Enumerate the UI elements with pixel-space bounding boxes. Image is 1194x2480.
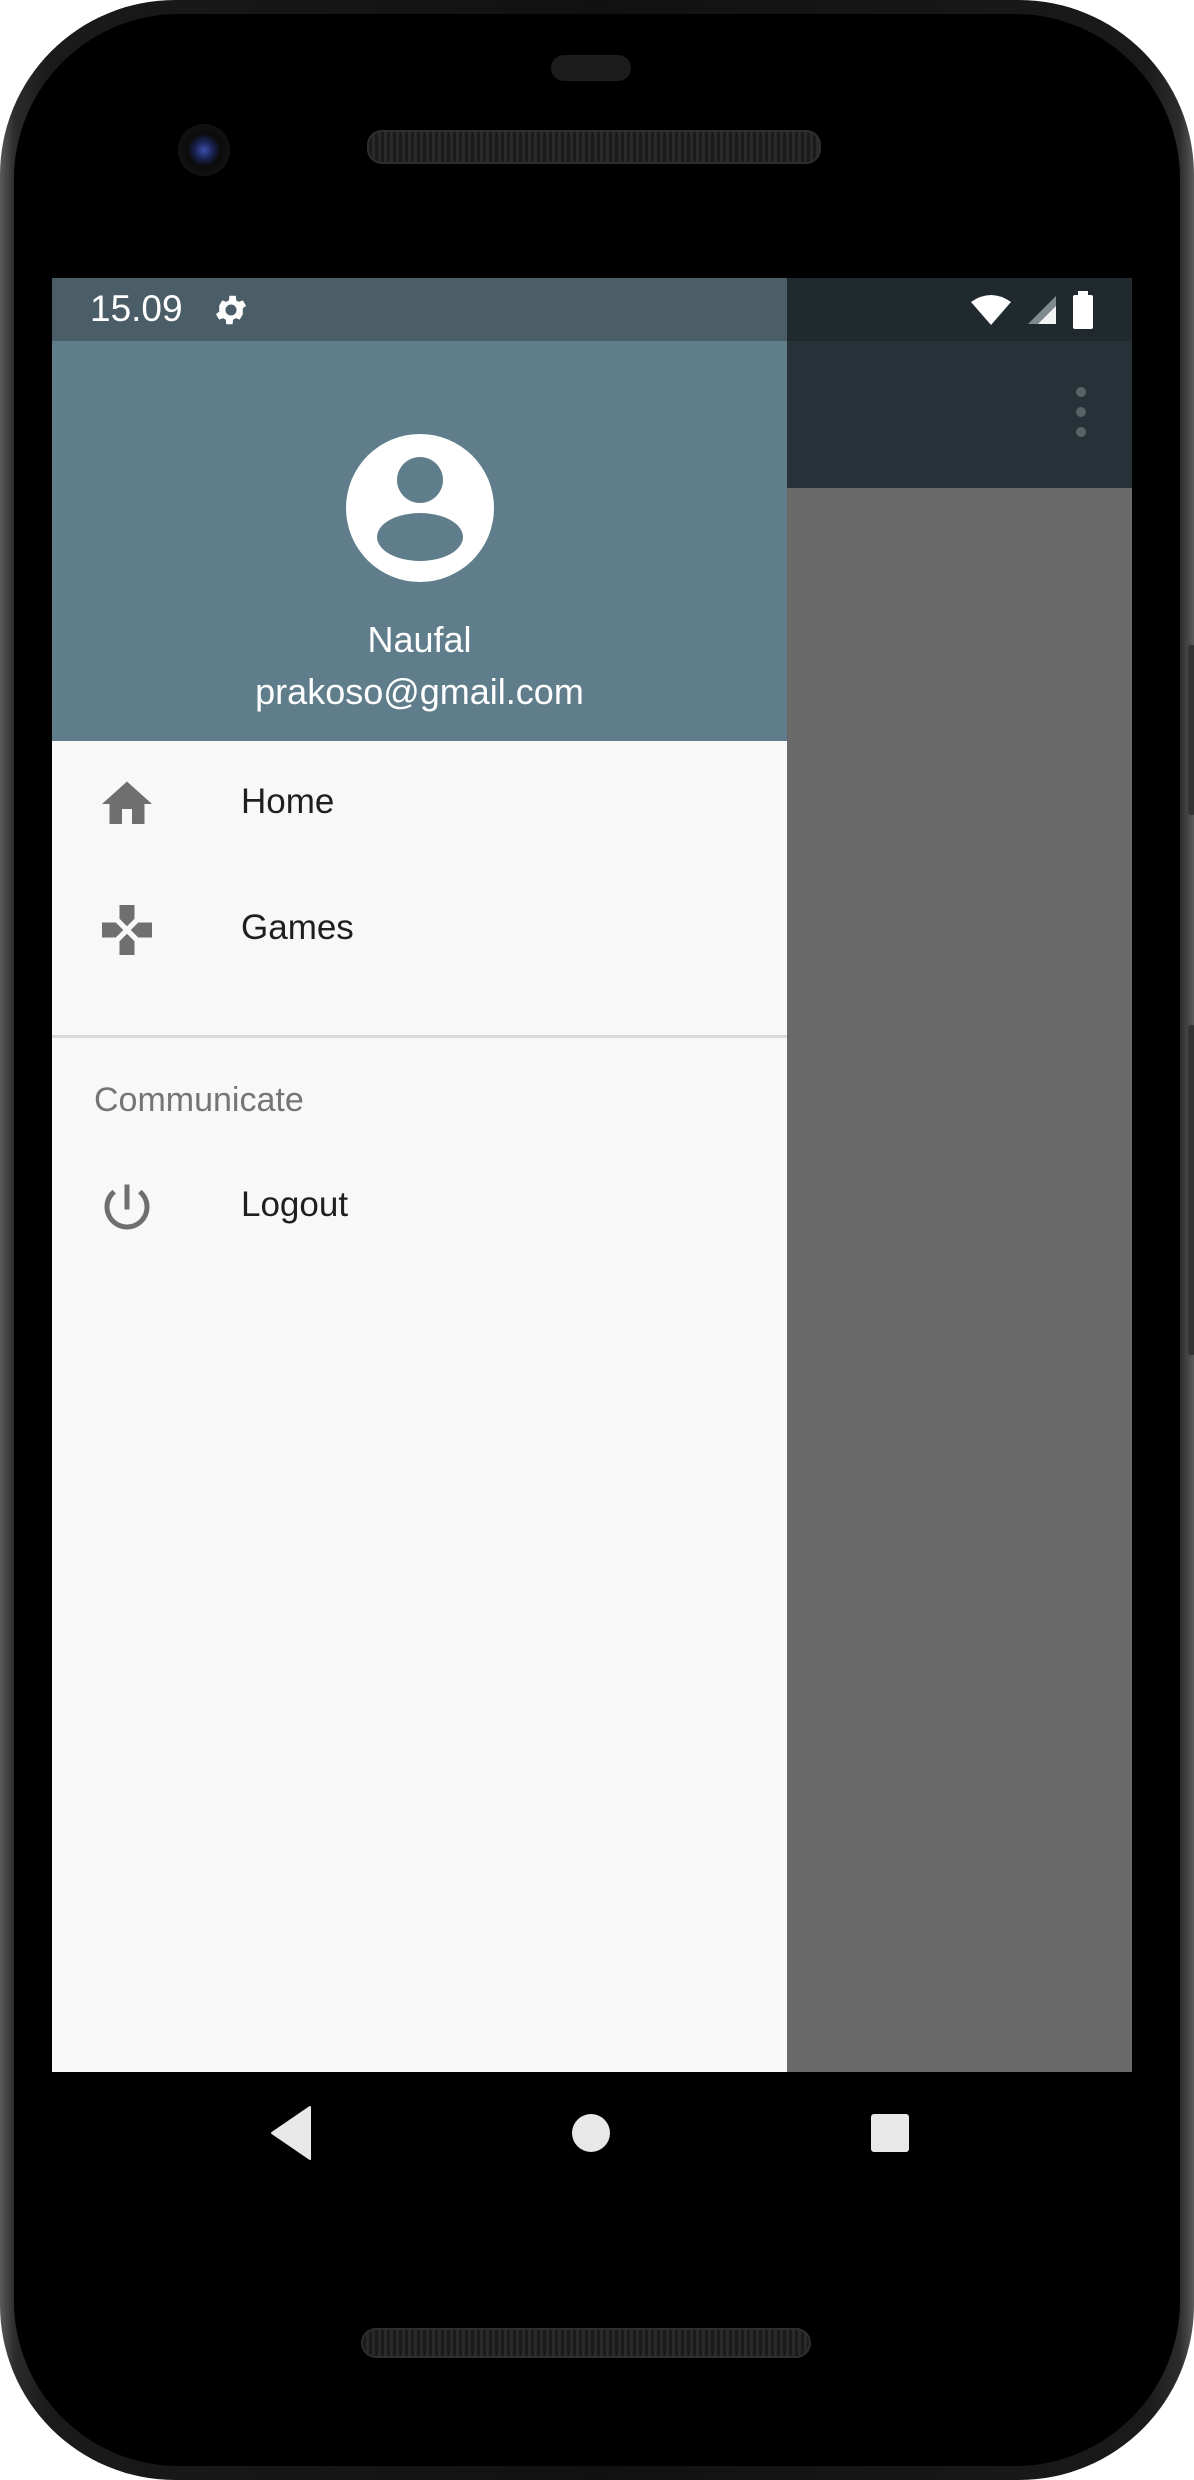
battery-icon [1073,291,1093,329]
volume-button [1188,1025,1194,1355]
drawer-item-logout[interactable]: Logout [52,1144,787,1270]
proximity-sensor [551,55,631,81]
earpiece-speaker [367,130,821,164]
system-icons [970,290,1094,330]
recents-icon[interactable] [871,2114,909,2152]
back-icon[interactable] [271,2106,311,2160]
front-camera [178,124,230,176]
section-header: Communicate [94,1081,304,1119]
user-email: prakoso@gmail.com [255,671,584,712]
drawer-item-label: Logout [241,1185,349,1224]
account-circle-icon [346,434,494,582]
power-button [1188,645,1194,815]
user-name: Naufal [367,619,472,660]
drawer-divider [52,1035,787,1038]
drawer-status-bar: 15.09 [52,278,787,341]
drawer-header: Naufal prakoso@gmail.com [52,341,787,741]
drawer-item-home[interactable]: Home [52,741,787,867]
wifi-icon [971,295,1011,325]
navigation-drawer: 15.09 Naufal prakoso@gmail.com Home Game… [52,278,787,2072]
home-circle-icon[interactable] [572,2114,610,2152]
bottom-speaker [361,2328,811,2358]
status-time: 15.09 [90,288,183,329]
signal-icon [1028,296,1056,324]
settings-icon [215,295,247,325]
screen: me 15.09 Naufal prakoso@gmail.com Home [52,278,1132,2072]
drawer-item-label: Games [241,908,354,947]
drawer-item-games[interactable]: Games [52,867,787,993]
drawer-item-label: Home [241,782,335,821]
overflow-menu-icon[interactable] [1074,381,1088,451]
navigation-bar [271,2106,909,2160]
gamepad-icon [102,905,152,955]
power-icon [104,1184,150,1230]
home-icon [102,781,152,824]
